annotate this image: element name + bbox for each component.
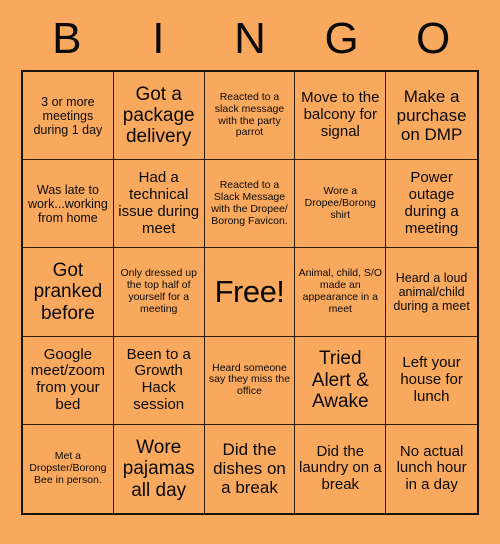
bingo-square[interactable]: Reacted to a Slack Message with the Drop…: [204, 160, 296, 249]
bingo-square[interactable]: 3 or more meetings during 1 day: [23, 72, 114, 161]
bingo-square-label: Reacted to a Slack Message with the Drop…: [211, 179, 288, 227]
bingo-header-letter-b: B: [52, 14, 82, 63]
bingo-square-label: Did the laundry on a break: [299, 442, 382, 494]
bingo-square-label: 3 or more meetings during 1 day: [33, 94, 103, 137]
bingo-square[interactable]: Only dressed up the top half of yourself…: [113, 248, 205, 337]
bingo-square[interactable]: Make a purchase on DMP: [386, 72, 477, 161]
bingo-square[interactable]: Tried Alert & Awake: [295, 336, 387, 425]
bingo-square-label: Was late to work...working from home: [27, 182, 108, 225]
bingo-square[interactable]: Got a package delivery: [113, 72, 205, 161]
bingo-square-label: Got pranked before: [33, 260, 103, 324]
bingo-square[interactable]: Animal, child, S/O made an appearance in…: [295, 248, 387, 337]
bingo-square-label: Reacted to a slack message with the part…: [214, 91, 285, 139]
bingo-square[interactable]: Left your house for lunch: [386, 336, 477, 425]
bingo-card: B I N G O 3 or more meetings during 1 da…: [0, 0, 500, 544]
bingo-header: B I N G O: [21, 8, 479, 70]
bingo-square[interactable]: Wore pajamas all day: [113, 424, 205, 513]
bingo-square-label: Animal, child, S/O made an appearance in…: [298, 267, 383, 315]
bingo-square-label: Heard a loud animal/child during a meet: [393, 270, 470, 313]
bingo-free-square[interactable]: Free!: [204, 248, 296, 337]
bingo-square-label: Power outage during a meeting: [404, 169, 459, 237]
bingo-square-label: Been to a Growth Hack session: [126, 345, 191, 413]
bingo-square-label: Tried Alert & Awake: [311, 348, 369, 412]
bingo-square-label: Move to the balcony for signal: [301, 89, 380, 140]
bingo-square[interactable]: Been to a Growth Hack session: [113, 336, 205, 425]
bingo-header-letter-o: O: [416, 14, 451, 63]
bingo-square-label: Google meet/zoom from your bed: [30, 345, 105, 413]
bingo-square[interactable]: Heard someone say they miss the office: [204, 336, 296, 425]
bingo-square-label: Wore pajamas all day: [122, 436, 195, 501]
bingo-square[interactable]: Did the dishes on a break: [204, 424, 296, 513]
bingo-square[interactable]: Google meet/zoom from your bed: [23, 336, 114, 425]
bingo-square-label: Did the dishes on a break: [213, 440, 286, 498]
bingo-square[interactable]: Did the laundry on a break: [295, 424, 387, 513]
bingo-square[interactable]: No actual lunch hour in a day: [386, 424, 477, 513]
bingo-square-label: Got a package delivery: [122, 83, 195, 148]
bingo-header-letter-n: N: [234, 14, 266, 63]
bingo-square[interactable]: Wore a Dropee/Borong shirt: [295, 160, 387, 249]
bingo-square-label: Wore a Dropee/Borong shirt: [304, 185, 376, 221]
bingo-grid: 3 or more meetings during 1 day Got a pac…: [21, 70, 479, 515]
bingo-square[interactable]: Was late to work...working from home: [23, 160, 114, 249]
bingo-square[interactable]: Got pranked before: [23, 248, 114, 337]
bingo-square[interactable]: Heard a loud animal/child during a meet: [386, 248, 477, 337]
bingo-square-label: No actual lunch hour in a day: [396, 442, 467, 494]
bingo-square-label: Heard someone say they miss the office: [208, 361, 291, 398]
bingo-square-label: Only dressed up the top half of yourself…: [120, 267, 197, 315]
bingo-square[interactable]: Had a technical issue during meet: [113, 160, 205, 249]
bingo-square[interactable]: Power outage during a meeting: [386, 160, 477, 249]
bingo-square-label: Met a Dropster/Borong Bee in person.: [29, 450, 107, 486]
bingo-square-label: Free!: [214, 273, 285, 309]
bingo-square-label: Left your house for lunch: [400, 354, 463, 405]
bingo-square-label: Make a purchase on DMP: [396, 87, 467, 145]
bingo-header-letter-i: I: [152, 14, 165, 63]
bingo-square[interactable]: Met a Dropster/Borong Bee in person.: [23, 424, 114, 513]
bingo-square[interactable]: Move to the balcony for signal: [295, 72, 387, 161]
bingo-square-label: Had a technical issue during meet: [118, 169, 200, 237]
bingo-header-letter-g: G: [324, 14, 359, 63]
bingo-square[interactable]: Reacted to a slack message with the part…: [204, 72, 296, 161]
